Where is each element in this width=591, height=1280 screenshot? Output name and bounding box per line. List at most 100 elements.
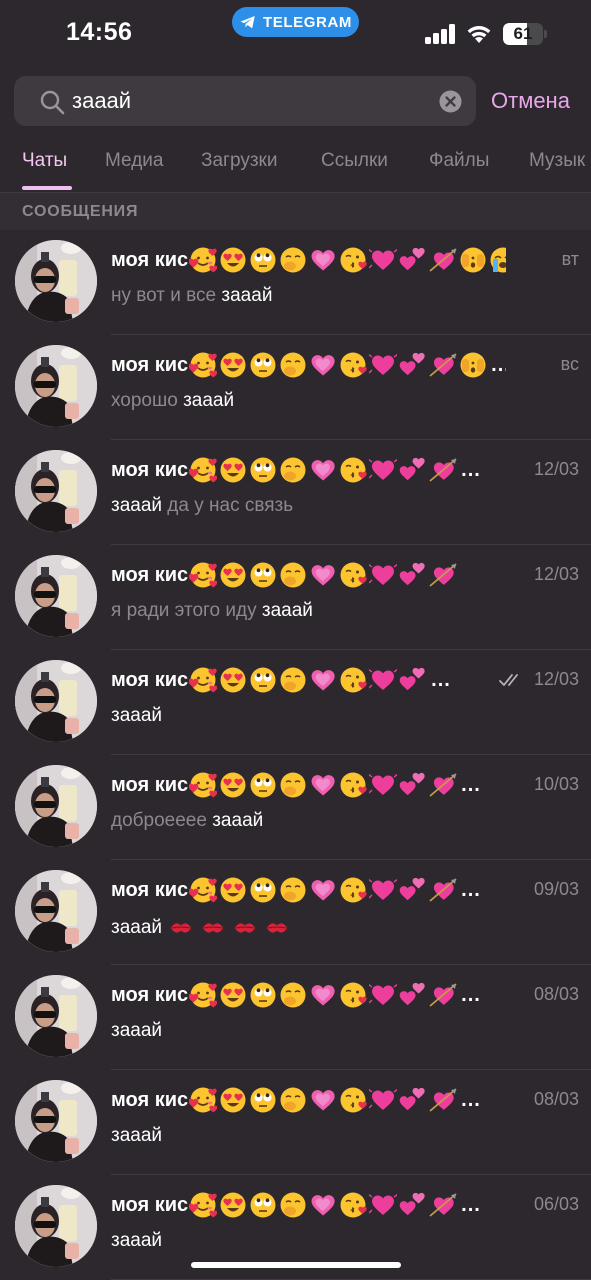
hand-over-mouth-icon	[280, 457, 306, 483]
tab-music[interactable]: Музык	[529, 150, 585, 172]
home-indicator[interactable]	[191, 1262, 401, 1268]
tab-links[interactable]: Ссылки	[321, 150, 388, 172]
hand-over-mouth-icon	[280, 772, 306, 798]
chat-title: моя кис ...	[111, 456, 506, 484]
title-emojis	[189, 351, 487, 379]
search-field[interactable]: зааай	[14, 76, 476, 126]
snippet-before: я ради этого иду	[111, 600, 262, 621]
avatar	[15, 240, 97, 322]
cupid-heart-icon	[429, 353, 457, 377]
heart-eyes-icon	[220, 982, 246, 1008]
title-emojis	[189, 456, 457, 484]
battery-tip	[544, 30, 547, 38]
avatar-photo	[15, 975, 97, 1057]
cupid-heart-icon	[429, 983, 457, 1007]
message-date: 08/03	[533, 1089, 579, 1109]
message-date: 12/03	[533, 564, 579, 584]
title-ellipsis: ...	[461, 1193, 481, 1216]
cupid-heart-icon	[429, 563, 457, 587]
heart-eyes-icon	[220, 1087, 246, 1113]
title-ellipsis: ...	[461, 878, 481, 901]
smiling-hearts-icon	[189, 1087, 218, 1113]
cancel-button[interactable]: Отмена	[491, 88, 570, 114]
snippet-before: хорошо	[111, 390, 184, 411]
battery-icon: 61	[503, 23, 543, 45]
chat-title: моя кис ...	[111, 981, 506, 1009]
kiss-face-icon	[340, 457, 367, 483]
hand-over-mouth-icon	[280, 667, 306, 693]
search-result-row[interactable]: моя кис ... 12/03 зааай да у нас связь	[0, 440, 591, 545]
chat-name: моя кис	[111, 563, 189, 586]
message-snippet: зааай	[111, 705, 162, 727]
growing-heart-icon	[311, 880, 335, 901]
smiling-hearts-icon	[189, 982, 218, 1008]
two-hearts-icon	[399, 667, 425, 691]
smiling-hearts-icon	[189, 247, 218, 273]
avatar	[15, 345, 97, 427]
search-result-row[interactable]: моя кис ... 08/03 зааай	[0, 965, 591, 1070]
tab-downloads[interactable]: Загрузки	[201, 150, 277, 172]
message-snippet: зааай	[111, 915, 290, 941]
search-filter-tabs: Чаты Медиа Загрузки Ссылки Файлы Музык	[0, 140, 591, 193]
title-emojis	[189, 771, 457, 799]
avatar	[15, 555, 97, 637]
title-ellipsis: ...	[461, 458, 481, 481]
search-result-row[interactable]: моя кис ... 09/03 зааай	[0, 860, 591, 965]
hand-over-mouth-icon	[280, 877, 306, 903]
hand-over-mouth-icon	[280, 982, 306, 1008]
chat-title: моя кис ...	[111, 351, 506, 379]
wifi-icon	[467, 26, 491, 43]
message-date: вс	[560, 354, 579, 374]
title-emojis	[189, 666, 427, 694]
kiss-face-icon	[340, 1087, 367, 1113]
search-result-row[interactable]: моя кис вт ну вот и все зааай	[0, 230, 591, 335]
chat-title: моя кис ...	[111, 876, 506, 904]
two-hearts-icon	[399, 1192, 425, 1216]
snippet-match: зааай	[111, 1230, 163, 1251]
growing-heart-icon	[311, 565, 335, 586]
pink-heart-icon	[369, 248, 398, 270]
section-header-label: СООБЩЕНИЯ	[22, 203, 139, 220]
title-emojis	[189, 1086, 457, 1114]
tab-files[interactable]: Файлы	[429, 150, 489, 172]
tab-media[interactable]: Медиа	[105, 150, 163, 172]
snippet-match: зааай	[261, 600, 313, 621]
chat-name: моя кис	[111, 458, 189, 481]
search-result-row[interactable]: моя кис ... вс хорошо зааай	[0, 335, 591, 440]
chat-title: моя кис ...	[111, 666, 506, 694]
avatar	[15, 870, 97, 952]
two-hearts-icon	[399, 877, 425, 901]
cellular-signal-icon	[425, 24, 457, 44]
search-query[interactable]: зааай	[72, 88, 131, 114]
eye-roll-icon	[250, 457, 276, 483]
two-hearts-icon	[399, 772, 425, 796]
hand-over-mouth-icon	[280, 247, 306, 273]
tab-chats[interactable]: Чаты	[22, 150, 67, 172]
eye-roll-icon	[250, 982, 276, 1008]
search-result-row[interactable]: моя кис ... 10/03 доброееее зааай	[0, 755, 591, 860]
search-result-row[interactable]: моя кис ... 08/03 зааай	[0, 1070, 591, 1175]
title-emojis	[189, 1191, 457, 1219]
heart-eyes-icon	[220, 1192, 246, 1218]
clear-search-icon[interactable]	[439, 90, 462, 113]
message-date: 09/03	[533, 879, 579, 899]
telegram-app-pill[interactable]: TELEGRAM	[232, 7, 359, 37]
kiss-mark-icon	[202, 923, 224, 933]
message-snippet: хорошо зааай	[111, 390, 234, 412]
chat-title: моя кис ...	[111, 771, 506, 799]
heart-eyes-icon	[220, 772, 246, 798]
kiss-mark-icon	[234, 923, 256, 933]
pink-heart-icon	[369, 563, 398, 585]
heart-eyes-icon	[220, 457, 246, 483]
search-result-row[interactable]: моя кис 12/03 я ради этого иду зааай	[0, 545, 591, 650]
crying-face-icon	[490, 247, 506, 273]
search-result-row[interactable]: моя кис ... 12/03 зааай	[0, 650, 591, 755]
chat-title: моя кис ...	[111, 1191, 506, 1219]
avatar	[15, 1080, 97, 1162]
growing-heart-icon	[311, 985, 335, 1006]
eye-roll-icon	[250, 562, 276, 588]
snippet-before: доброееее	[111, 810, 213, 831]
message-date: 12/03	[533, 669, 579, 689]
two-hearts-icon	[399, 1087, 425, 1111]
smiling-hearts-icon	[189, 667, 218, 693]
